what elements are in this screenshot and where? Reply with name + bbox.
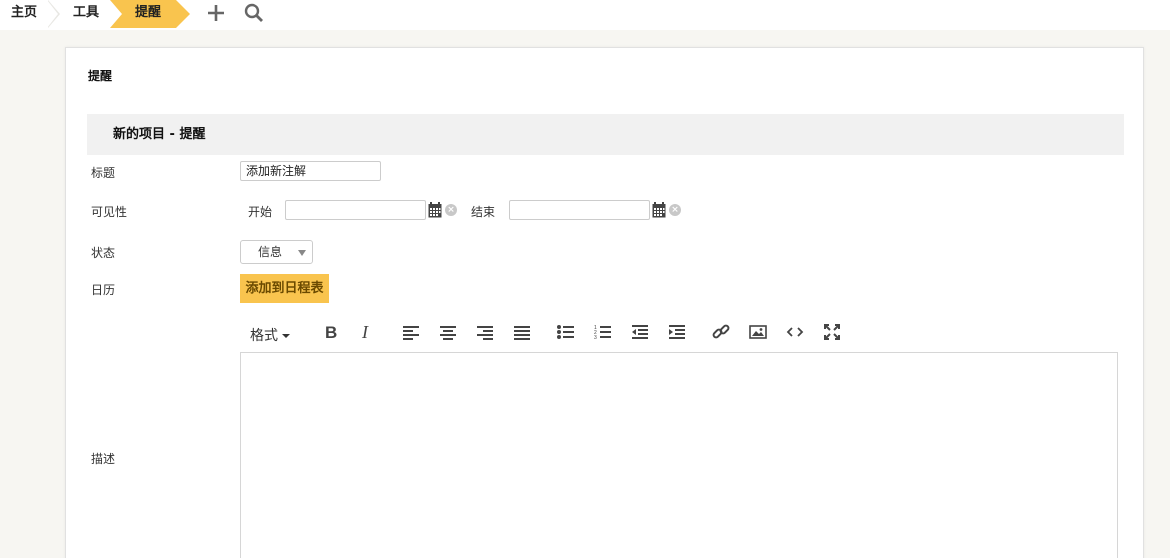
italic-icon[interactable]: I [357,322,379,344]
top-bar: 主页 工具 提醒 [0,0,1170,30]
breadcrumb-tools[interactable]: 工具 [47,0,118,28]
format-label: 格式 [250,328,278,344]
bold-icon[interactable]: B [320,322,342,344]
link-icon[interactable] [711,322,733,344]
start-date-input[interactable] [285,200,426,220]
caret-down-icon [282,334,290,338]
chevron-down-icon [298,250,306,256]
end-label: 结束 [471,205,496,219]
end-date-input[interactable] [509,200,650,220]
image-icon[interactable] [748,322,770,344]
svg-text:3: 3 [594,335,597,341]
calendar-icon[interactable] [428,202,442,218]
calendar-icon[interactable] [652,202,666,218]
fullscreen-icon[interactable] [822,322,844,344]
svg-text:B: B [325,323,337,342]
description-editor[interactable] [240,352,1118,558]
breadcrumb-current[interactable]: 提醒 [110,0,190,28]
description-label: 描述 [91,452,116,466]
align-justify-icon[interactable] [512,322,534,344]
breadcrumb-home[interactable]: 主页 [0,0,48,28]
breadcrumb-tools-label: 工具 [73,5,100,20]
reminder-panel: 提醒 新的项目 - 提醒 标题 添加新注解 可见性 开始 × 结束 × 状态 信… [65,47,1144,558]
visibility-label: 可见性 [91,205,128,219]
search-icon[interactable] [243,2,265,24]
plus-icon[interactable] [205,2,227,24]
editor-toolbar: 格式 B I 123 [240,316,1120,346]
bullet-list-icon[interactable] [556,322,578,344]
align-left-icon[interactable] [401,322,423,344]
outdent-icon[interactable] [630,322,652,344]
panel-title: 提醒 [88,69,113,83]
format-dropdown[interactable]: 格式 [250,325,290,345]
calendar-label: 日历 [91,283,116,297]
align-center-icon[interactable] [438,322,460,344]
clear-start-icon[interactable]: × [445,204,457,216]
add-to-calendar-button[interactable]: 添加到日程表 [240,274,329,303]
title-input[interactable]: 添加新注解 [240,161,381,181]
svg-text:I: I [361,322,369,342]
indent-icon[interactable] [667,322,689,344]
status-select[interactable]: 信息 [240,240,313,264]
status-label: 状态 [91,246,116,260]
start-label: 开始 [248,205,273,219]
status-value: 信息 [258,245,283,259]
section-header: 新的项目 - 提醒 [87,114,1124,155]
align-right-icon[interactable] [475,322,497,344]
clear-end-icon[interactable]: × [669,204,681,216]
numbered-list-icon[interactable]: 123 [593,322,615,344]
title-label: 标题 [91,166,116,180]
code-icon[interactable] [785,322,807,344]
